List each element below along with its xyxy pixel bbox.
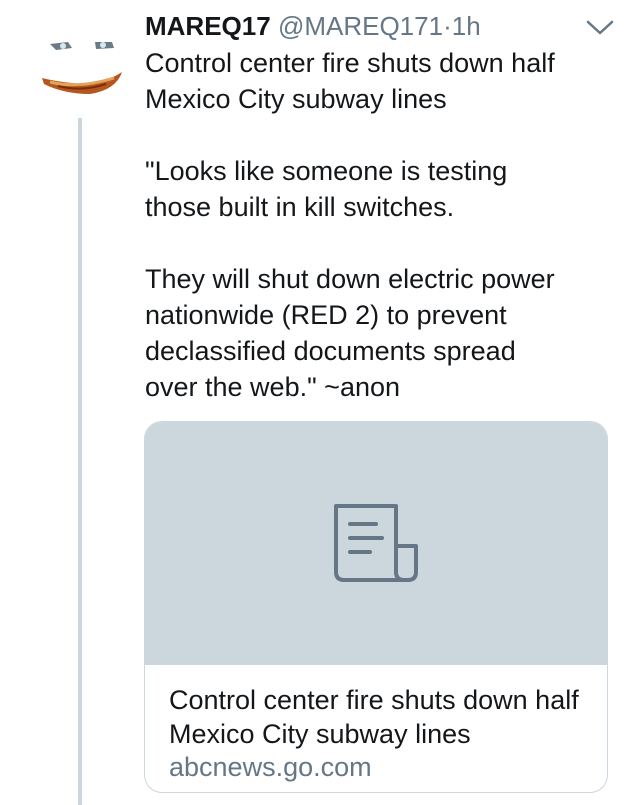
avatar[interactable] xyxy=(38,34,128,104)
timestamp[interactable]: 1h xyxy=(452,11,481,41)
thread-line xyxy=(78,118,82,805)
tweet-text: Control center fire shuts down half Mexi… xyxy=(145,48,555,402)
display-name[interactable]: MAREQ17 xyxy=(145,11,271,41)
tweet-header: MAREQ17 @MAREQ171·1h xyxy=(145,9,481,43)
card-title: Control center fire shuts down half Mexi… xyxy=(169,685,579,749)
card-domain: abcnews.go.com xyxy=(169,752,372,782)
separator-dot: · xyxy=(443,11,452,41)
link-card[interactable]: Control center fire shuts down half Mexi… xyxy=(144,421,608,793)
card-body: Control center fire shuts down half Mexi… xyxy=(145,664,607,792)
chevron-down-icon xyxy=(586,20,614,35)
avatar-image xyxy=(42,42,122,94)
handle[interactable]: @MAREQ171 xyxy=(278,11,443,41)
card-media-placeholder xyxy=(145,422,607,664)
tweet-menu-button[interactable] xyxy=(585,18,615,38)
document-icon xyxy=(334,504,418,582)
